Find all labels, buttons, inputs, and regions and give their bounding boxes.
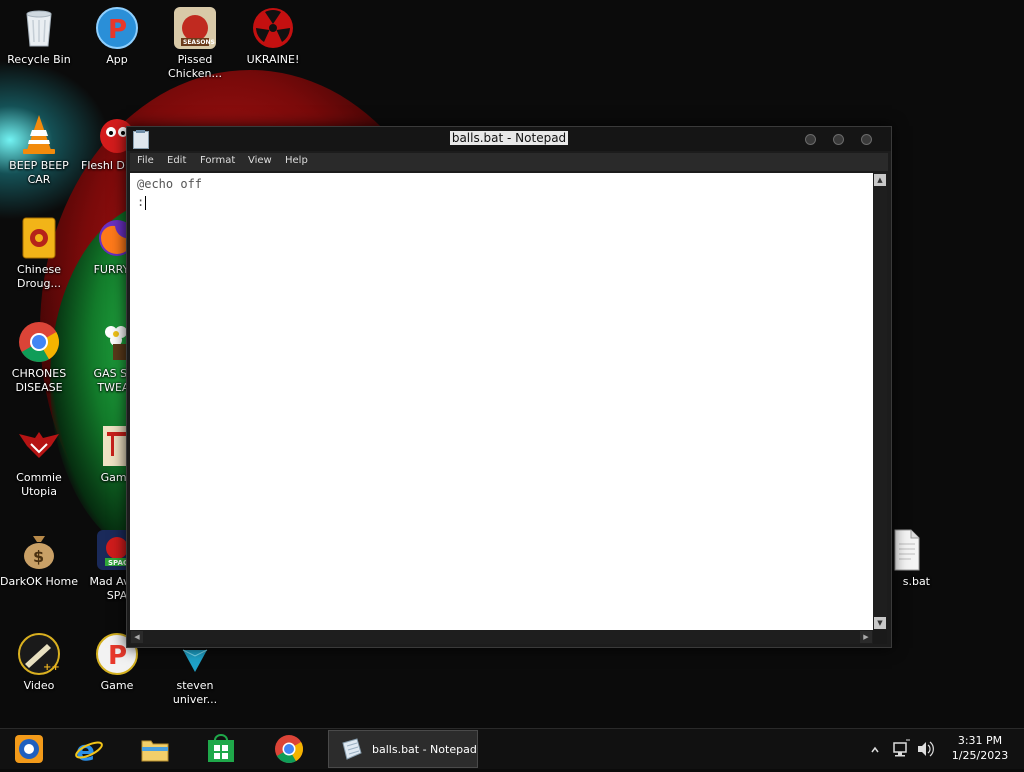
volume-icon [918,741,934,757]
desktop-icon-label: Chinese Droug... [17,263,61,290]
desktop-icon-beep-beep-car[interactable]: BEEP BEEP CAR [0,112,78,187]
desktop-icon-label: Pissed Chicken... [168,53,222,80]
vlc-icon [17,112,61,156]
taskbar-chrome[interactable] [260,731,318,767]
close-button[interactable] [861,134,872,145]
desktop-icon-label: UKRAINE! [246,53,300,66]
svg-text:P: P [108,15,127,45]
chrome-icon [274,734,304,764]
horizontal-scrollbar[interactable]: ◀ ▶ [130,630,873,644]
taskbar: e balls.bat - Notepad 3:31 PM 1/25/2023 [0,728,1024,769]
desktop-icon-darkok-home[interactable]: $ DarkOK Home [0,528,78,589]
scroll-right-icon[interactable]: ▶ [860,631,872,643]
title-bar[interactable]: balls.bat - Notepad [127,127,891,151]
maximize-button[interactable] [833,134,844,145]
media-player-icon [14,734,44,764]
vertical-scrollbar[interactable]: ▲ ▼ [873,173,887,630]
chevron-up-icon [871,746,879,753]
peggle-icon: P [95,6,139,50]
desktop-icon-pissed-chicken[interactable]: SEASONS Pissed Chicken... [156,6,234,81]
desktop-icon-label: BEEP BEEP CAR [9,159,69,186]
store-icon [206,734,236,764]
desktop-icon-label: DarkOK Home [0,575,78,588]
taskbar-store[interactable] [192,731,250,767]
notepad-icon [339,737,363,761]
menu-edit[interactable]: Edit [167,155,186,166]
editor-line-text: : [137,195,145,209]
size-grip[interactable] [873,630,887,644]
clock-date: 1/25/2023 [951,749,1009,762]
chrome-icon [17,320,61,364]
network-button[interactable] [890,729,912,769]
clock-time: 3:31 PM [957,734,1003,747]
radiation-icon [251,6,295,50]
recycle-bin-icon [17,6,61,50]
media-player-classic-icon: ++ [17,632,61,676]
desktop-icon-chrones-disease[interactable]: CHRONES DISEASE [0,320,78,395]
desktop-icon-chinese-droug[interactable]: Chinese Droug... [0,216,78,291]
menu-file[interactable]: File [137,155,154,166]
internet-explorer-icon: e [74,734,104,767]
text-editor[interactable]: @echo off : [130,173,873,630]
volume-button[interactable] [914,729,936,769]
scroll-down-icon[interactable]: ▼ [874,617,886,629]
taskbar-window-label: balls.bat - Notepad [372,743,477,756]
scroll-left-icon[interactable]: ◀ [131,631,143,643]
desktop-icon-video[interactable]: ++ Video [0,632,78,693]
clock[interactable]: 3:31 PM 1/25/2023 [940,733,1020,763]
desktop-icon-label: steven univer... [172,679,218,706]
editor-line: : [137,195,147,210]
desktop-icon-label: Recycle Bin [7,53,71,66]
menu-format[interactable]: Format [200,155,235,166]
desktop-icon-label: App [106,53,128,66]
desktop-icon-label: Game [100,679,134,692]
show-hidden-icons-button[interactable] [868,729,882,769]
file-explorer-icon [140,734,170,764]
svg-text:SEASONS: SEASONS [183,39,215,46]
menu-bar: File Edit Format View Help [130,153,888,171]
desktop-icon-ukraine[interactable]: UKRAINE! [234,6,312,67]
window-title: balls.bat - Notepad [449,131,569,145]
svg-text:e: e [76,734,95,764]
eagle-emblem-icon [17,424,61,468]
taskbar-media-player[interactable] [0,731,58,767]
editor-line-text: @echo off [137,177,203,191]
taskbar-file-explorer[interactable] [126,731,184,767]
text-caret [145,195,147,210]
svg-text:$: $ [33,547,44,566]
desktop-icon-label: Video [23,679,55,692]
notepad-window[interactable]: balls.bat - Notepad File Edit Format Vie… [126,126,892,648]
editor-line: @echo off [137,177,202,191]
scroll-up-icon[interactable]: ▲ [874,174,886,186]
angry-birds-seasons-icon: SEASONS [173,6,217,50]
desktop-icon-recycle-bin[interactable]: Recycle Bin [0,6,78,67]
menu-help[interactable]: Help [285,155,308,166]
desktop-icon-app[interactable]: P App [78,6,156,67]
money-bag-icon: $ [17,528,61,572]
desktop-icon-commie-utopia[interactable]: Commie Utopia [0,424,78,499]
network-icon [893,739,910,757]
taskbar-internet-explorer[interactable]: e [60,731,118,767]
menu-view[interactable]: View [248,155,272,166]
svg-text:P: P [108,641,127,671]
minimize-button[interactable] [805,134,816,145]
svg-text:++: ++ [43,662,60,673]
taskbar-notepad-button[interactable]: balls.bat - Notepad [328,730,478,768]
mahjong-icon [17,216,61,260]
desktop-icon-label: Commie Utopia [16,471,62,498]
desktop-icon-label: CHRONES DISEASE [11,367,67,394]
